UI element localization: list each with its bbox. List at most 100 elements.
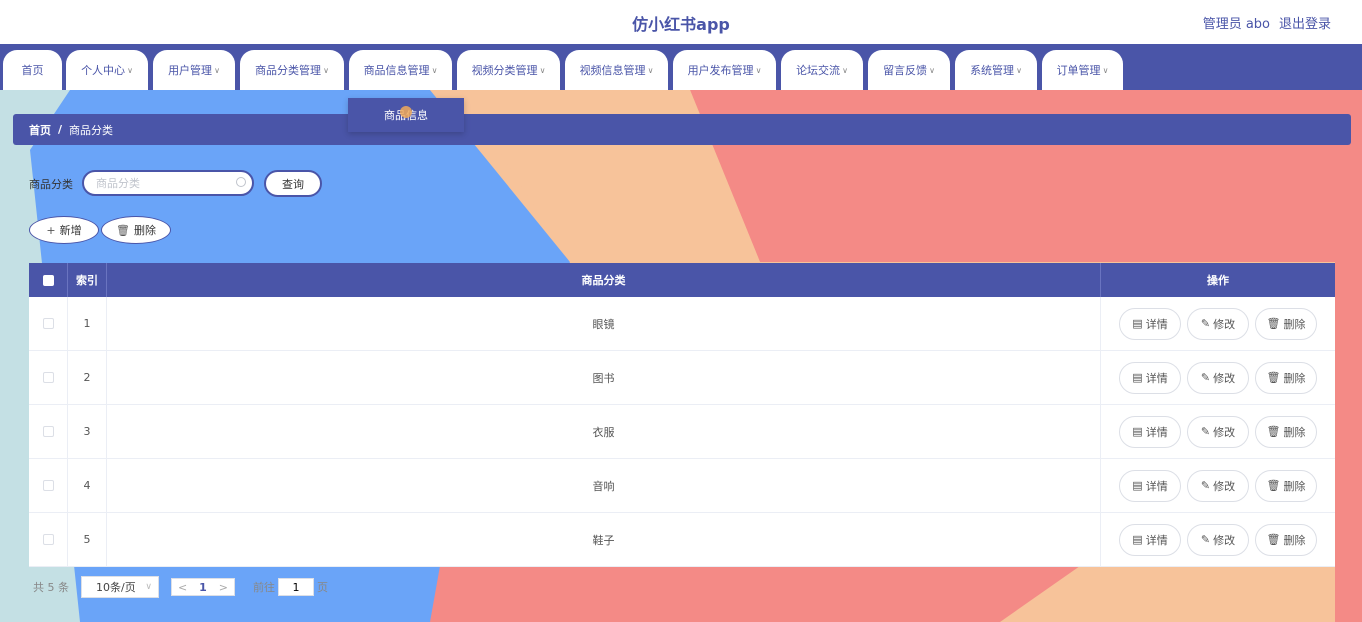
row-select-cell xyxy=(29,459,68,512)
query-button[interactable]: 查询 xyxy=(264,170,322,197)
delete-label: 删除 xyxy=(1283,533,1306,547)
detail-button[interactable]: ▤ 详情 xyxy=(1119,469,1181,502)
document-icon: ▤ xyxy=(1132,533,1143,546)
chevron-down-icon: ∨ xyxy=(145,582,152,592)
detail-label: 详情 xyxy=(1145,533,1168,547)
chevron-down-icon: ∨ xyxy=(214,65,220,75)
table-body: 1 眼镜 ▤ 详情 ✎ 修改 🗑 删除 2 图书 ▤ 详情 ✎ 修改 🗑 删除 3 衣服 ▤ 详情 ✎ 修改 🗑 删除 4 音响 ▤… xyxy=(29,297,1335,567)
nav-item-order-management[interactable]: 订单管理 ∨ xyxy=(1042,50,1123,90)
delete-button[interactable]: 🗑 删除 xyxy=(1255,415,1317,448)
pencil-icon: ✎ xyxy=(1200,317,1211,330)
nav-item-label: 商品信息管理 xyxy=(363,64,430,77)
nav-item-user-management[interactable]: 用户管理 ∨ xyxy=(153,50,235,90)
trash-icon: 🗑 xyxy=(1266,533,1281,546)
nav-item-label: 视频分类管理 xyxy=(471,64,538,77)
delete-button[interactable]: 🗑 删除 xyxy=(1255,361,1317,394)
breadcrumb-home[interactable]: 首页 xyxy=(29,122,51,138)
search-icon xyxy=(236,177,246,187)
batch-delete-button[interactable]: 🗑 删除 xyxy=(101,216,171,244)
goto-page-input[interactable] xyxy=(278,578,314,596)
table-row: 2 图书 ▤ 详情 ✎ 修改 🗑 删除 xyxy=(29,351,1335,405)
edit-button[interactable]: ✎ 修改 xyxy=(1187,307,1249,340)
nav-item-label: 留言反馈 xyxy=(883,64,928,77)
row-actions: ▤ 详情 ✎ 修改 🗑 删除 xyxy=(1101,459,1335,512)
detail-label: 详情 xyxy=(1145,425,1168,439)
logout-link[interactable]: 退出登录 xyxy=(1279,13,1331,32)
chevron-down-icon: ∨ xyxy=(647,65,654,75)
header-category: 商品分类 xyxy=(107,263,1101,297)
pencil-icon: ✎ xyxy=(1200,425,1211,438)
nav-item-product-category-management[interactable]: 商品分类管理 ∨ xyxy=(240,50,344,90)
nav-item-label: 论坛交流 xyxy=(796,64,841,77)
nav-item-forum[interactable]: 论坛交流 ∨ xyxy=(781,50,863,90)
nav-item-feedback[interactable]: 留言反馈 ∨ xyxy=(868,50,950,90)
app-title: 仿小红书app xyxy=(632,15,730,34)
delete-button[interactable]: 🗑 删除 xyxy=(1255,469,1317,502)
edit-button[interactable]: ✎ 修改 xyxy=(1187,523,1249,556)
edit-button[interactable]: ✎ 修改 xyxy=(1187,415,1249,448)
page-size-select[interactable]: 10条/页 ∨ xyxy=(81,576,159,598)
nav-item-system-management[interactable]: 系统管理 ∨ xyxy=(955,50,1037,90)
row-checkbox[interactable] xyxy=(42,534,54,545)
pencil-icon: ✎ xyxy=(1200,479,1211,492)
chevron-down-icon: ∨ xyxy=(1016,65,1022,75)
edit-button[interactable]: ✎ 修改 xyxy=(1187,469,1249,502)
query-button-label: 查询 xyxy=(282,177,304,191)
nav-item-video-category-management[interactable]: 视频分类管理 ∨ xyxy=(457,50,560,90)
table-row: 1 眼镜 ▤ 详情 ✎ 修改 🗑 删除 xyxy=(29,297,1335,351)
detail-button[interactable]: ▤ 详情 xyxy=(1119,307,1181,340)
chevron-down-icon: ∨ xyxy=(755,65,762,75)
nav-item-label: 用户管理 xyxy=(168,64,213,77)
row-select-cell xyxy=(29,297,68,350)
nav-item-label: 商品分类管理 xyxy=(255,64,322,77)
detail-button[interactable]: ▤ 详情 xyxy=(1119,361,1181,394)
nav-item-video-info-management[interactable]: 视频信息管理 ∨ xyxy=(565,50,668,90)
prev-page-icon[interactable]: < xyxy=(178,581,187,594)
nav-item-user-post-management[interactable]: 用户发布管理 ∨ xyxy=(673,50,776,90)
row-checkbox[interactable] xyxy=(42,372,54,383)
search-input[interactable] xyxy=(82,170,254,196)
trash-icon: 🗑 xyxy=(1266,479,1281,492)
chevron-down-icon: ∨ xyxy=(127,65,133,75)
chevron-down-icon: ∨ xyxy=(539,65,546,75)
edit-label: 修改 xyxy=(1213,371,1236,385)
row-index: 5 xyxy=(68,513,107,566)
chevron-down-icon: ∨ xyxy=(323,65,329,75)
row-index: 2 xyxy=(68,351,107,404)
goto-label: 前往 xyxy=(253,581,275,594)
delete-label: 删除 xyxy=(1283,317,1306,331)
row-actions: ▤ 详情 ✎ 修改 🗑 删除 xyxy=(1101,351,1335,404)
add-button-label: 新增 xyxy=(59,224,82,237)
row-index: 4 xyxy=(68,459,107,512)
add-button[interactable]: + 新增 xyxy=(29,216,99,244)
trash-icon: 🗑 xyxy=(1266,371,1281,384)
row-checkbox[interactable] xyxy=(42,480,54,491)
document-icon: ▤ xyxy=(1132,479,1143,492)
detail-button[interactable]: ▤ 详情 xyxy=(1119,415,1181,448)
edit-label: 修改 xyxy=(1213,425,1236,439)
delete-label: 删除 xyxy=(1283,479,1306,493)
row-select-cell xyxy=(29,513,68,566)
select-all-checkbox[interactable] xyxy=(42,274,54,286)
detail-button[interactable]: ▤ 详情 xyxy=(1119,523,1181,556)
nav-item-product-info-management[interactable]: 商品信息管理 ∨ xyxy=(349,50,452,90)
row-actions: ▤ 详情 ✎ 修改 🗑 删除 xyxy=(1101,513,1335,566)
mouse-cursor xyxy=(400,106,412,118)
row-checkbox[interactable] xyxy=(42,318,54,329)
plus-icon: + xyxy=(46,223,56,237)
trash-icon: 🗑 xyxy=(1266,425,1281,438)
current-page[interactable]: 1 xyxy=(199,581,207,594)
detail-label: 详情 xyxy=(1145,371,1168,385)
nav-item-home[interactable]: 首页 xyxy=(3,50,62,90)
row-checkbox[interactable] xyxy=(42,426,54,437)
nav-item-personal-center[interactable]: 个人中心 ∨ xyxy=(66,50,148,90)
next-page-icon[interactable]: > xyxy=(219,581,228,594)
delete-button[interactable]: 🗑 删除 xyxy=(1255,523,1317,556)
delete-button[interactable]: 🗑 删除 xyxy=(1255,307,1317,340)
edit-button[interactable]: ✎ 修改 xyxy=(1187,361,1249,394)
row-category: 鞋子 xyxy=(107,513,1101,566)
nav-item-label: 个人中心 xyxy=(81,64,126,77)
row-select-cell xyxy=(29,405,68,458)
pencil-icon: ✎ xyxy=(1200,371,1211,384)
batch-delete-label: 删除 xyxy=(133,224,156,237)
